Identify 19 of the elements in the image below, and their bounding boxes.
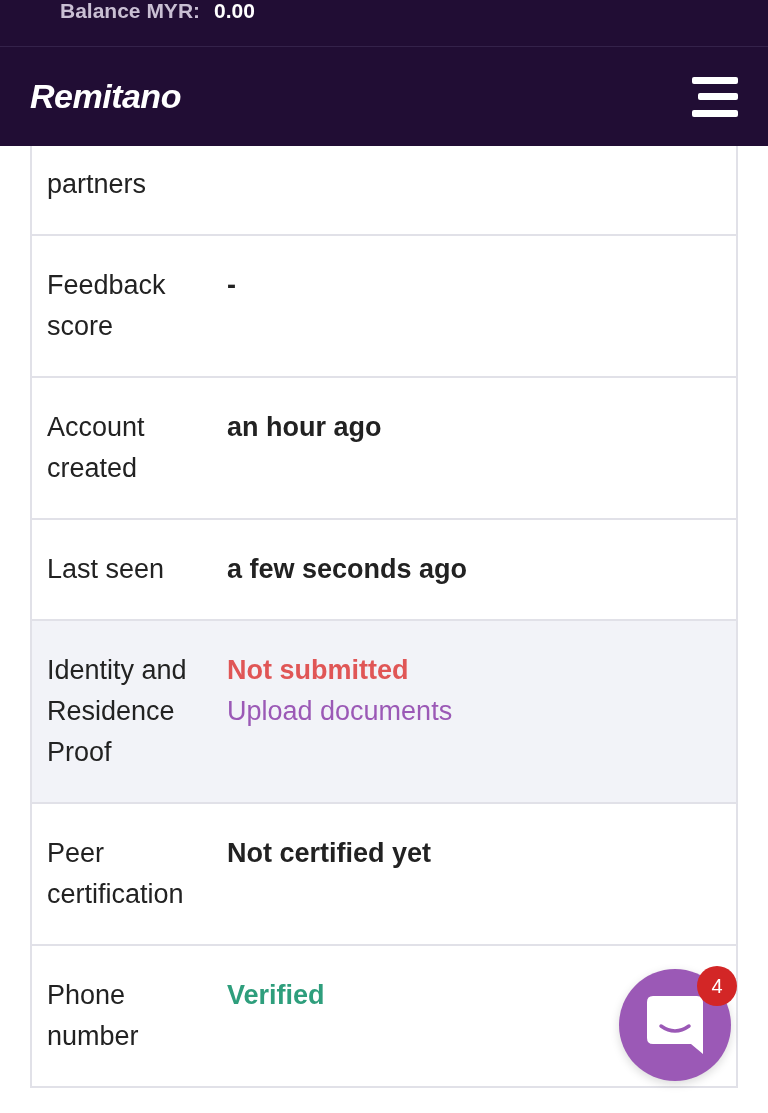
row-label: Last seen xyxy=(47,553,166,586)
upload-link[interactable]: Upload documents xyxy=(227,691,453,732)
row-label: Phone number xyxy=(47,979,140,1053)
row-label: Account created xyxy=(47,411,146,485)
row-label: Peer certification xyxy=(47,837,185,911)
row-value: an hour ago xyxy=(227,411,382,444)
balance-value: 0.00 xyxy=(214,0,255,22)
row-value: Not certified yet xyxy=(227,837,432,870)
logo[interactable]: Remitano xyxy=(30,77,181,116)
chat-icon xyxy=(647,996,703,1054)
row-label: Feedback score xyxy=(47,269,167,343)
row-label: partners xyxy=(47,168,148,201)
row-value: a few seconds ago xyxy=(227,553,468,586)
balance-label: Balance MYR: xyxy=(60,0,201,22)
menu-button[interactable] xyxy=(692,76,738,117)
row-value: Verified xyxy=(227,979,325,1012)
row-value: Not submitted xyxy=(227,654,409,687)
row-label: Identity and Residence Proof xyxy=(47,654,188,769)
row-value: - xyxy=(227,269,236,302)
